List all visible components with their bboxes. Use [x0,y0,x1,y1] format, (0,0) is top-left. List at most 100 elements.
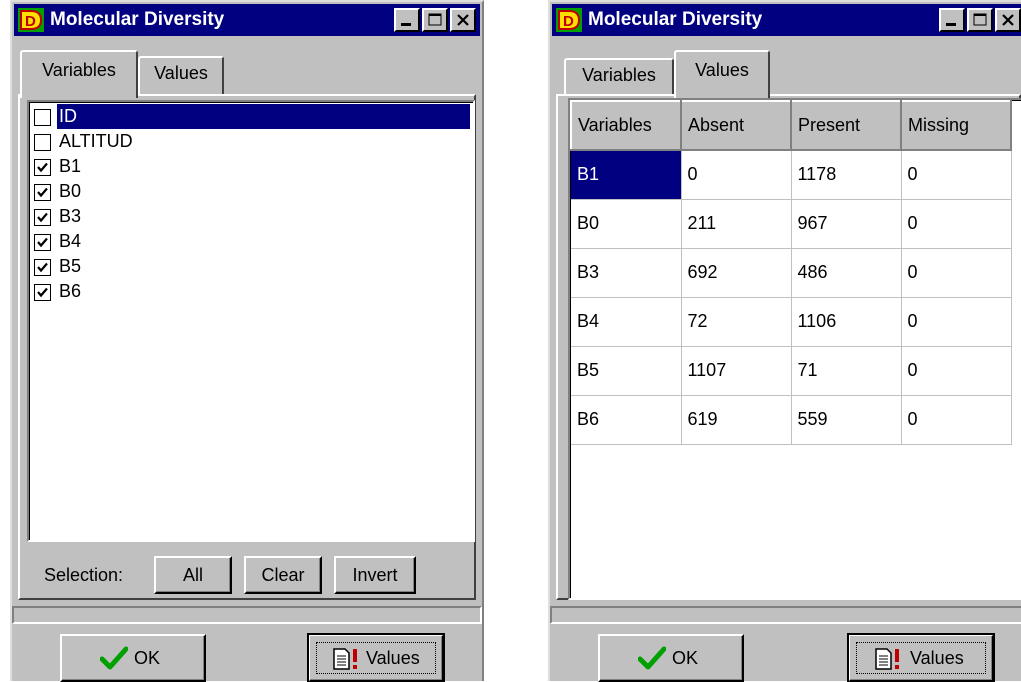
close-button[interactable] [995,8,1021,32]
values-button[interactable]: Values [307,633,445,682]
checkbox-checked[interactable] [34,234,51,251]
variable-list-item[interactable]: B0 [32,179,470,204]
row-header-cell[interactable]: B3 [571,248,682,298]
svg-text:D: D [563,13,574,30]
table-cell[interactable]: 0 [901,150,1012,200]
checkbox-checked[interactable] [34,159,51,176]
variable-list-item[interactable]: ALTITUD [32,129,470,154]
row-header-cell[interactable]: B1 [571,150,682,200]
close-icon [1002,14,1014,26]
row-header-cell[interactable]: B4 [571,297,682,347]
table-cell[interactable]: 619 [681,395,792,445]
column-header[interactable]: Present [790,100,902,151]
checkmark-icon [37,212,48,223]
variable-label: ID [57,104,470,129]
molecular-diversity-window-values: D Molecular Diversity Variables Values V… [548,0,1021,682]
checkmark-icon [100,646,128,670]
checkbox-unchecked[interactable] [34,109,51,126]
table-cell[interactable]: 1178 [791,150,902,200]
tab-values-label: Values [695,60,749,80]
clear-selection-label: Clear [261,565,305,585]
variable-label: B1 [59,156,82,176]
tab-variables[interactable]: Variables [20,50,138,98]
tab-values-label: Values [154,63,208,83]
variable-label: B5 [59,256,82,276]
table-cell[interactable]: 1107 [681,346,792,396]
table-row: B1 0 1178 0 [571,150,1012,200]
app-logo-icon: D [18,8,44,32]
window-title: Molecular Diversity [588,9,763,30]
minimize-button[interactable] [939,8,965,32]
clear-selection-button[interactable]: Clear [244,556,322,594]
row-header-cell[interactable]: B5 [571,346,682,396]
select-all-label: All [182,565,203,585]
minimize-button[interactable] [394,8,420,32]
table-cell[interactable]: 0 [901,199,1012,249]
maximize-icon [428,13,442,26]
maximize-icon [973,13,987,26]
close-icon [457,14,469,26]
table-cell[interactable]: 967 [791,199,902,249]
variables-listbox[interactable]: ID ALTITUD B1 B0 B3 B4 B5 B6 [27,100,475,542]
tab-values[interactable]: Values [674,50,770,98]
tab-variables[interactable]: Variables [564,58,674,96]
document-alert-icon [333,648,357,670]
column-header[interactable]: Missing [900,100,1012,151]
column-header[interactable]: Variables [570,100,682,151]
checkbox-checked[interactable] [34,259,51,276]
tab-variables-label: Variables [42,60,116,80]
values-button[interactable]: Values [847,633,995,682]
select-all-button[interactable]: All [154,556,232,594]
title-bar[interactable]: D Molecular Diversity [14,4,480,36]
checkmark-icon [37,162,48,173]
variable-list-item[interactable]: B5 [32,254,470,279]
variable-list-item[interactable]: ID [32,104,470,129]
variable-list-item[interactable]: B6 [32,279,470,304]
tab-values[interactable]: Values [138,56,224,94]
variable-label: B4 [59,231,82,251]
maximize-button[interactable] [967,8,993,32]
checkbox-checked[interactable] [34,184,51,201]
variable-label: B3 [59,206,82,226]
table-cell[interactable]: 0 [901,395,1012,445]
table-cell[interactable]: 0 [901,297,1012,347]
table-cell[interactable]: 559 [791,395,902,445]
checkbox-checked[interactable] [34,209,51,226]
checkmark-icon [37,287,48,298]
table-cell[interactable]: 486 [791,248,902,298]
variable-list-item[interactable]: B4 [32,229,470,254]
minimize-icon [946,23,956,26]
checkbox-unchecked[interactable] [34,134,51,151]
table-cell[interactable]: 0 [681,150,792,200]
table-cell[interactable]: 211 [681,199,792,249]
window-title: Molecular Diversity [50,9,225,30]
minimize-icon [401,23,411,26]
svg-text:D: D [25,13,36,30]
table-cell[interactable]: 0 [901,346,1012,396]
table-cell[interactable]: 692 [681,248,792,298]
document-alert-icon [875,648,899,670]
table-cell[interactable]: 72 [681,297,792,347]
ok-button[interactable]: OK [598,634,744,682]
values-button-label: Values [910,648,964,668]
values-grid[interactable]: Variables Absent Present Missing B1 0 1178 0 B0… [568,98,1021,600]
title-bar[interactable]: D Molecular Diversity [552,4,1021,36]
maximize-button[interactable] [422,8,448,32]
close-button[interactable] [450,8,476,32]
table-cell[interactable]: 1106 [791,297,902,347]
table-row: B4 72 1106 0 [571,297,1012,347]
row-header-cell[interactable]: B0 [571,199,682,249]
row-header-cell[interactable]: B6 [571,395,682,445]
status-bar [12,606,482,624]
ok-button[interactable]: OK [60,634,206,682]
column-header[interactable]: Absent [680,100,792,151]
ok-label: OK [134,648,161,668]
variable-list-item[interactable]: B3 [32,204,470,229]
values-table: Variables Absent Present Missing B1 0 1178 0 B0… [570,100,1012,445]
checkbox-checked[interactable] [34,284,51,301]
invert-selection-button[interactable]: Invert [334,556,416,594]
table-cell[interactable]: 0 [901,248,1012,298]
checkmark-icon [37,237,48,248]
table-cell[interactable]: 71 [791,346,902,396]
variable-list-item[interactable]: B1 [32,154,470,179]
